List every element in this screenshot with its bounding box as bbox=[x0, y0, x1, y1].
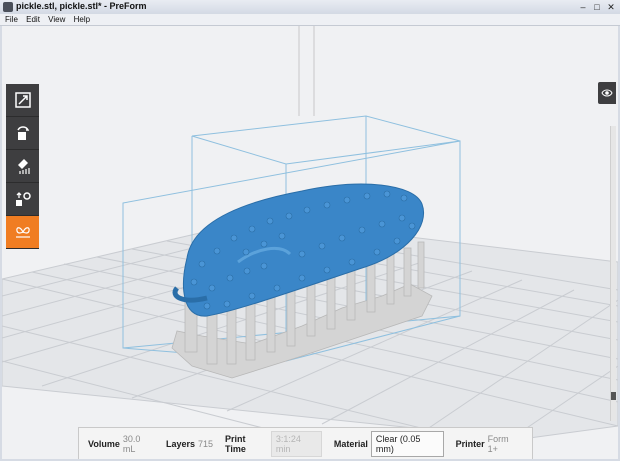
close-button[interactable]: ✕ bbox=[604, 1, 618, 13]
layers-item: Layers 715 bbox=[166, 439, 213, 449]
scale-icon bbox=[14, 92, 31, 108]
print-tool[interactable] bbox=[6, 216, 39, 249]
layers-value: 715 bbox=[198, 438, 214, 449]
rotate-tool[interactable] bbox=[6, 117, 39, 150]
menu-help[interactable]: Help bbox=[71, 14, 93, 25]
title-bar: pickle.stl, pickle.stl* - PreForm – □ ✕ bbox=[0, 0, 620, 15]
view-options-button[interactable] bbox=[598, 82, 616, 104]
printer-value: Form 1+ bbox=[487, 433, 509, 454]
zoom-slider-track[interactable] bbox=[610, 126, 616, 421]
supports-icon bbox=[17, 159, 30, 174]
layout-icon bbox=[15, 192, 31, 206]
print-time-label: Print Time bbox=[225, 433, 246, 454]
window-title: pickle.stl, pickle.stl* - PreForm bbox=[16, 1, 147, 11]
zoom-slider-thumb[interactable] bbox=[611, 392, 616, 400]
layout-tool[interactable] bbox=[6, 183, 39, 216]
view-eye-icon bbox=[601, 89, 613, 97]
supports-tool[interactable] bbox=[6, 150, 39, 183]
material-button[interactable]: Clear (0.05 mm) bbox=[370, 430, 444, 457]
volume-label: Volume bbox=[88, 438, 120, 449]
volume-item: Volume 30.0 mL bbox=[88, 434, 154, 454]
app-icon bbox=[3, 2, 13, 12]
print-time-item: Print Time 3:1:24 min bbox=[225, 430, 322, 457]
volume-value: 30.0 mL bbox=[122, 433, 141, 454]
material-label: Material bbox=[333, 438, 368, 449]
3d-viewport[interactable] bbox=[2, 26, 618, 459]
butterfly-icon bbox=[15, 227, 30, 238]
menu-edit[interactable]: Edit bbox=[23, 14, 43, 25]
layers-label: Layers bbox=[165, 438, 196, 449]
scene-render bbox=[2, 26, 618, 440]
printer-item: Printer Form 1+ bbox=[456, 434, 520, 454]
maximize-button[interactable]: □ bbox=[590, 1, 604, 13]
menu-view[interactable]: View bbox=[45, 14, 68, 25]
status-bar: Volume 30.0 mL Layers 715 Print Time 3:1… bbox=[78, 427, 533, 459]
left-toolbar bbox=[6, 84, 39, 249]
rotate-icon bbox=[16, 126, 29, 140]
material-item: Material Clear (0.05 mm) bbox=[333, 430, 444, 457]
menu-bar: File Edit View Help bbox=[0, 14, 620, 26]
print-time-value: 3:1:24 min bbox=[270, 430, 322, 457]
menu-file[interactable]: File bbox=[0, 14, 21, 25]
printer-label: Printer bbox=[455, 438, 485, 449]
minimize-button[interactable]: – bbox=[576, 1, 590, 13]
scale-tool[interactable] bbox=[6, 84, 39, 117]
